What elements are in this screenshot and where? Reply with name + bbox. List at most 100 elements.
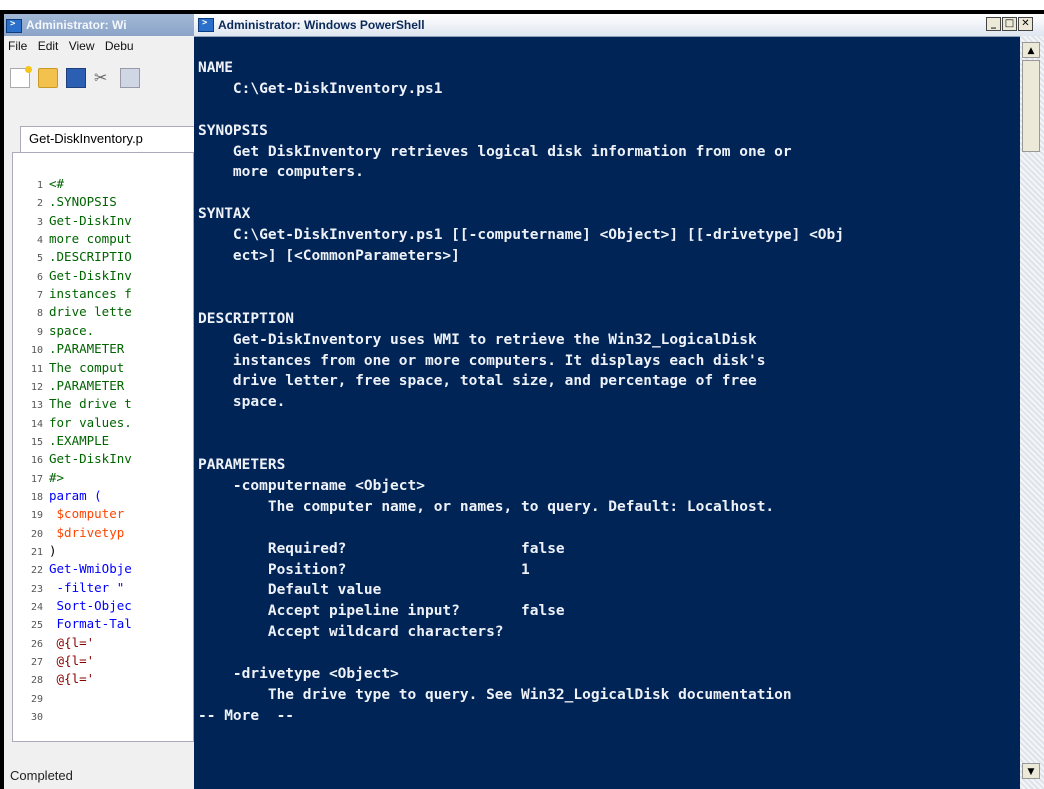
code-text: space.: [49, 322, 95, 338]
code-text: .SYNOPSIS: [49, 194, 117, 210]
code-text: @{l=': [49, 653, 95, 669]
console-line: C:\Get-DiskInventory.ps1: [198, 80, 443, 97]
console-title: Administrator: Windows PowerShell: [218, 18, 425, 32]
console-line: Get DiskInventory retrieves logical disk…: [198, 143, 792, 160]
line-number: 2: [36, 198, 43, 210]
scroll-up-arrow-icon[interactable]: ▲: [1022, 42, 1040, 58]
line-number: 18: [30, 491, 43, 503]
console-output[interactable]: NAME C:\Get-DiskInventory.ps1 SYNOPSIS Ge…: [194, 36, 1020, 789]
code-line: 8 drive lette: [13, 303, 193, 321]
status-bar: Completed: [4, 762, 194, 789]
console-line: The drive type to query. See Win32_Logic…: [198, 686, 792, 703]
line-number: 15: [30, 436, 43, 448]
copy-icon[interactable]: [120, 68, 140, 88]
more-prompt: -- More --: [198, 707, 295, 724]
code-line: 20 $drivetyp: [13, 524, 193, 542]
line-number: 1: [36, 180, 43, 191]
code-line: 13 The drive t: [13, 395, 193, 413]
line-number: 24: [30, 602, 43, 614]
line-number: 16: [30, 455, 43, 467]
close-button[interactable]: ✕: [1018, 17, 1033, 31]
code-line: 29: [13, 689, 193, 707]
scroll-down-arrow-icon[interactable]: ▼: [1022, 763, 1040, 779]
code-line: 3 Get-DiskInv: [13, 212, 193, 230]
tab-get-diskinventory[interactable]: Get-DiskInventory.p: [20, 126, 194, 152]
code-line: 12 .PARAMETER: [13, 377, 193, 395]
new-file-icon[interactable]: [10, 66, 32, 88]
code-line: 18 param (: [13, 487, 193, 505]
ise-tab-strip: Get-DiskInventory.p: [12, 126, 194, 152]
ise-toolbar: ✂: [4, 58, 194, 98]
line-number: 22: [30, 565, 43, 577]
line-number: 25: [30, 620, 43, 632]
code-line: 23 -filter ": [13, 579, 193, 597]
code-text: Format-Tal: [49, 616, 132, 632]
cut-icon[interactable]: ✂: [94, 69, 112, 87]
console-line: -computername <Object>: [198, 477, 425, 494]
line-number: 5: [36, 253, 43, 265]
console-line: Required? false: [198, 540, 565, 557]
console-line: Accept wildcard characters?: [198, 624, 504, 641]
code-line: 6 Get-DiskInv: [13, 267, 193, 285]
code-text: .DESCRIPTIO: [49, 249, 132, 265]
code-text: $computer: [49, 506, 125, 522]
scroll-thumb[interactable]: [1022, 60, 1040, 152]
powershell-icon: [6, 18, 22, 33]
console-line: more computers.: [198, 164, 364, 181]
code-line: 7 instances f: [13, 285, 193, 303]
code-line: 9 space.: [13, 322, 193, 340]
code-line: 14 for values.: [13, 414, 193, 432]
maximize-button[interactable]: □: [1002, 17, 1017, 31]
code-text: #>: [49, 469, 65, 485]
code-line: 11 The comput: [13, 359, 193, 377]
line-number: 10: [30, 345, 43, 357]
ise-title: Administrator: Wi: [26, 18, 127, 32]
line-number: 30: [30, 712, 43, 724]
code-text: .PARAMETER: [49, 341, 125, 357]
menu-edit[interactable]: Edit: [38, 39, 59, 53]
code-line: 17 #>: [13, 469, 193, 487]
code-line: 4 more comput: [13, 230, 193, 248]
script-editor[interactable]: 1 <# 2 .SYNOPSIS 3 Get-DiskInv 4 more comput 5 .D…: [12, 152, 194, 742]
line-number: 20: [30, 528, 43, 540]
code-text: Get-WmiObje: [49, 561, 132, 577]
line-number: 8: [36, 308, 43, 320]
line-number: 21: [30, 547, 43, 558]
minimize-button[interactable]: _: [986, 17, 1001, 31]
line-number: 11: [30, 363, 43, 375]
console-titlebar[interactable]: Administrator: Windows PowerShell _ □ ✕: [194, 14, 1044, 37]
ise-titlebar[interactable]: Administrator: Wi: [4, 14, 194, 36]
code-line: 10 .PARAMETER: [13, 340, 193, 358]
code-line: 24 Sort-Objec: [13, 597, 193, 615]
console-line: SYNTAX: [198, 206, 251, 223]
menu-debug[interactable]: Debu: [105, 39, 134, 53]
line-number: 4: [36, 235, 43, 247]
line-number: 28: [30, 675, 43, 687]
code-text: instances f: [49, 286, 132, 302]
code-text: @{l=': [49, 634, 95, 650]
code-line: 27 @{l=': [13, 652, 193, 670]
code-text: -filter ": [49, 579, 125, 595]
powershell-icon: [198, 18, 214, 32]
menu-view[interactable]: View: [69, 39, 95, 53]
ise-window: Administrator: Wi File Edit View Debu ✂ …: [4, 14, 194, 789]
code-line: 22 Get-WmiObje: [13, 560, 193, 578]
save-icon[interactable]: [66, 68, 86, 88]
console-line: Position? 1: [198, 561, 530, 578]
open-folder-icon[interactable]: [38, 68, 58, 88]
line-number: 3: [36, 216, 43, 228]
menu-file[interactable]: File: [8, 39, 27, 53]
code-text: <#: [49, 176, 65, 191]
code-line: 30: [13, 707, 193, 725]
console-line: The computer name, or names, to query. D…: [198, 498, 775, 515]
line-number: 7: [36, 290, 43, 302]
line-number: 6: [36, 271, 43, 283]
line-number: 13: [30, 400, 43, 412]
code-text: .PARAMETER: [49, 377, 125, 393]
code-line: 5 .DESCRIPTIO: [13, 248, 193, 266]
ise-menubar: File Edit View Debu: [4, 36, 194, 56]
console-line: instances from one or more computers. It…: [198, 352, 766, 369]
console-line: DESCRIPTION: [198, 310, 295, 327]
vertical-scrollbar[interactable]: ▲ ▼: [1020, 36, 1044, 789]
code-text: ): [49, 543, 57, 558]
